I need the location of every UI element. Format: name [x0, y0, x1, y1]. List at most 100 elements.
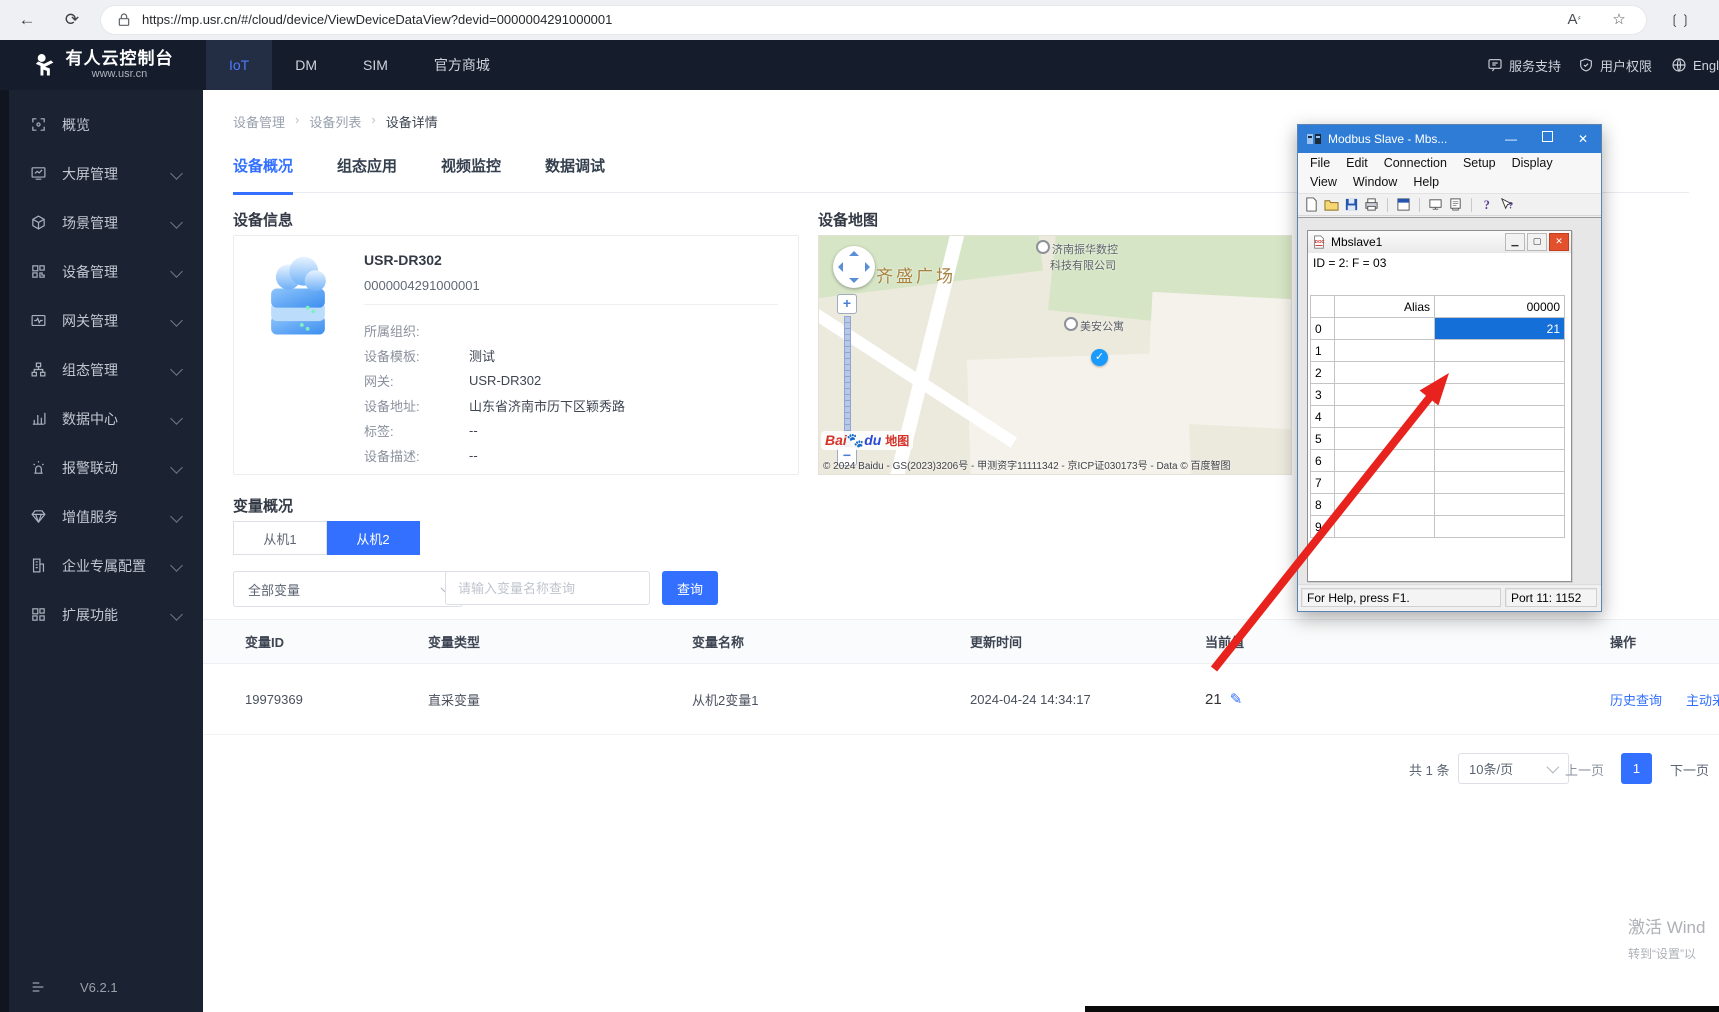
tab-视频监控[interactable]: 视频监控 [441, 156, 501, 192]
grid-value-cell[interactable] [1435, 472, 1565, 494]
page-size-select[interactable]: 10条/页 [1458, 753, 1569, 784]
map-pan-control[interactable] [833, 246, 875, 288]
display-comm-icon[interactable] [1448, 197, 1463, 212]
page-number-1[interactable]: 1 [1621, 753, 1652, 784]
device-location-marker[interactable]: ✓ [1091, 349, 1108, 366]
minimize-button[interactable]: — [1493, 125, 1529, 153]
breadcrumb-item[interactable]: 设备列表 [309, 112, 361, 131]
slave-tab-从机1[interactable]: 从机1 [233, 521, 327, 555]
edit-value-icon[interactable]: ✎ [1230, 690, 1243, 708]
brand-logo[interactable]: 有人云控制台 www.usr.cn [0, 40, 203, 90]
doc-minimize-button[interactable]: ▁ [1505, 233, 1525, 251]
address-bar[interactable]: https://mp.usr.cn/#/cloud/device/ViewDev… [100, 5, 1647, 35]
sidebar-item-screen[interactable]: 大屏管理 [0, 149, 203, 198]
sidebar-item-gateway[interactable]: 网关管理 [0, 296, 203, 345]
device-map[interactable]: 齐盛广场 济南振华数控 科技有限公司 美安公寓 ✓ + − Bai🐾du 地图 [818, 235, 1292, 475]
print-icon[interactable] [1364, 197, 1379, 212]
map-zoom-slider[interactable] [844, 316, 851, 446]
sidebar-item-scada[interactable]: 组态管理 [0, 345, 203, 394]
pan-up-icon[interactable] [849, 251, 859, 256]
open-file-icon[interactable] [1324, 197, 1339, 212]
pan-down-icon[interactable] [849, 278, 859, 283]
modbus-titlebar[interactable]: Modbus Slave - Mbs... — ✕ [1298, 125, 1601, 153]
grid-value-cell[interactable] [1435, 340, 1565, 362]
sidebar-item-scene[interactable]: 场景管理 [0, 198, 203, 247]
grid-value-cell[interactable]: 21 [1435, 318, 1565, 340]
modbus-menu-file[interactable]: File [1302, 154, 1338, 173]
top-nav-item-dm[interactable]: DM [272, 40, 340, 90]
view-panel-icon[interactable] [1396, 197, 1411, 212]
split-screen-icon[interactable]: ❲❳ [1668, 8, 1692, 32]
grid-alias-cell[interactable] [1335, 340, 1435, 362]
doc-maximize-button[interactable]: ▢ [1527, 233, 1547, 251]
sidebar-item-overview[interactable]: 概览 [0, 100, 203, 149]
mbslave1-document-window[interactable]: DOC Mbslave1 ▁ ▢ ✕ ID = 2: F = 03 Alias0… [1307, 230, 1572, 582]
grid-value-cell[interactable] [1435, 450, 1565, 472]
read-aloud-icon[interactable]: A〞 [1567, 11, 1587, 29]
help-icon[interactable]: ? [1480, 197, 1495, 212]
variable-type-select[interactable]: 全部变量 [233, 571, 463, 607]
grid-alias-cell[interactable] [1335, 406, 1435, 428]
modbus-menu-window[interactable]: Window [1345, 173, 1405, 192]
grid-alias-cell[interactable] [1335, 450, 1435, 472]
grid-value-cell[interactable] [1435, 494, 1565, 516]
sidebar-item-vas[interactable]: 增值服务 [0, 492, 203, 541]
tab-数据调试[interactable]: 数据调试 [545, 156, 605, 192]
map-zoom-in-button[interactable]: + [837, 294, 857, 314]
doc-close-button[interactable]: ✕ [1549, 233, 1569, 251]
browser-refresh-icon[interactable]: ⟳ [60, 8, 84, 32]
maximize-button[interactable] [1529, 125, 1565, 153]
grid-value-cell[interactable] [1435, 362, 1565, 384]
breadcrumb-item[interactable]: 设备管理 [233, 112, 285, 131]
top-nav-chat[interactable]: 服务支持 [1487, 40, 1561, 90]
top-nav-globe[interactable]: English [1671, 40, 1719, 90]
sidebar-item-extend[interactable]: 扩展功能 [0, 590, 203, 639]
new-file-icon[interactable] [1304, 197, 1319, 212]
top-nav-item-官方商城[interactable]: 官方商城 [411, 40, 513, 90]
grid-alias-cell[interactable] [1335, 362, 1435, 384]
sidebar-item-alarm[interactable]: 报警联动 [0, 443, 203, 492]
modbus-slave-window[interactable]: Modbus Slave - Mbs... — ✕ FileEditConnec… [1297, 124, 1602, 612]
slave-tab-从机2[interactable]: 从机2 [327, 521, 420, 555]
grid-alias-cell[interactable] [1335, 318, 1435, 340]
query-button[interactable]: 查询 [662, 571, 718, 605]
pan-left-icon[interactable] [838, 262, 843, 272]
sidebar-item-enterprise[interactable]: 企业专属配置 [0, 541, 203, 590]
tab-设备概况[interactable]: 设备概况 [233, 156, 293, 195]
modbus-menu-setup[interactable]: Setup [1455, 154, 1504, 173]
context-help-icon[interactable]: ? [1500, 197, 1515, 212]
variable-search-input[interactable] [445, 571, 650, 605]
grid-alias-cell[interactable] [1335, 494, 1435, 516]
tab-组态应用[interactable]: 组态应用 [337, 156, 397, 192]
top-nav-item-sim[interactable]: SIM [340, 40, 411, 90]
modbus-menu-display[interactable]: Display [1504, 154, 1561, 173]
pan-right-icon[interactable] [865, 262, 870, 272]
action-link-历史查询[interactable]: 历史查询 [1610, 690, 1662, 709]
next-page-button[interactable]: 下一页 [1670, 760, 1709, 779]
grid-alias-cell[interactable] [1335, 428, 1435, 450]
grid-value-cell[interactable] [1435, 384, 1565, 406]
close-button[interactable]: ✕ [1565, 125, 1601, 153]
browser-back-icon[interactable]: ← [15, 8, 39, 32]
grid-alias-cell[interactable] [1335, 472, 1435, 494]
modbus-menu-help[interactable]: Help [1405, 173, 1447, 192]
display-setup-icon[interactable] [1428, 197, 1443, 212]
action-link-主动采集[interactable]: 主动采集 [1686, 690, 1719, 709]
save-file-icon[interactable] [1344, 197, 1359, 212]
modbus-menu-edit[interactable]: Edit [1338, 154, 1376, 173]
grid-value-cell[interactable] [1435, 516, 1565, 538]
grid-value-cell[interactable] [1435, 406, 1565, 428]
grid-alias-cell[interactable] [1335, 516, 1435, 538]
modbus-menu-view[interactable]: View [1302, 173, 1345, 192]
sidebar-item-device[interactable]: 设备管理 [0, 247, 203, 296]
top-nav-item-iot[interactable]: IoT [206, 40, 272, 90]
modbus-menu-connection[interactable]: Connection [1376, 154, 1455, 173]
mbslave1-titlebar[interactable]: DOC Mbslave1 ▁ ▢ ✕ [1308, 231, 1571, 254]
favorite-star-icon[interactable]: ☆ [1609, 11, 1629, 29]
grid-alias-cell[interactable] [1335, 384, 1435, 406]
url-text[interactable]: https://mp.usr.cn/#/cloud/device/ViewDev… [142, 12, 612, 27]
grid-value-cell[interactable] [1435, 428, 1565, 450]
top-nav-shield[interactable]: 用户权限 [1578, 40, 1652, 90]
sidebar-item-data[interactable]: 数据中心 [0, 394, 203, 443]
prev-page-button[interactable]: 上一页 [1565, 760, 1604, 779]
